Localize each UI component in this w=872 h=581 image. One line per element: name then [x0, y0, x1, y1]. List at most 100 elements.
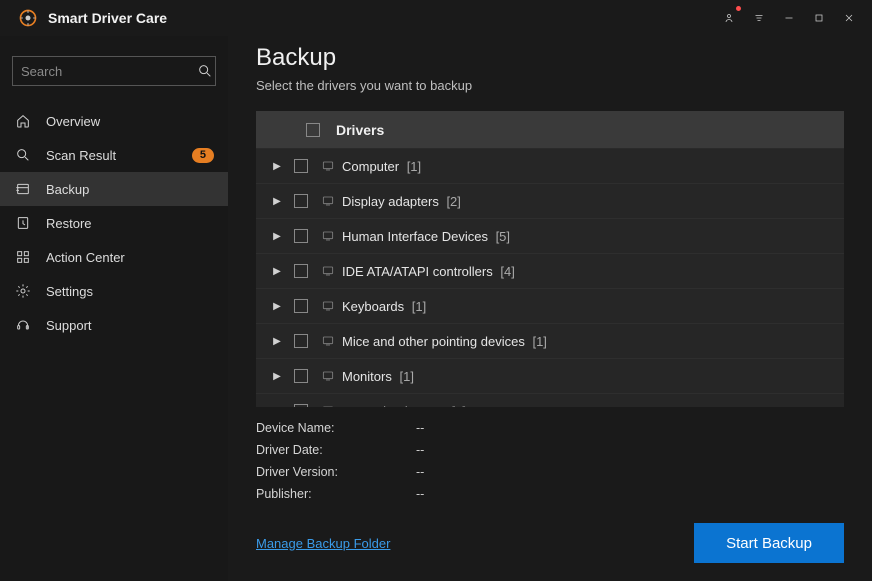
manage-backup-folder-link[interactable]: Manage Backup Folder — [256, 536, 390, 551]
driver-category-name: Display adapters — [342, 194, 439, 209]
driver-checkbox[interactable] — [294, 229, 308, 243]
driver-checkbox[interactable] — [294, 159, 308, 173]
app-window: Smart Driver Care Overview — [0, 0, 872, 581]
detail-label: Device Name: — [256, 417, 416, 439]
driver-category-row[interactable]: ▶ Computer [1] — [256, 149, 844, 184]
detail-value: -- — [416, 439, 424, 461]
driver-checkbox[interactable] — [294, 299, 308, 313]
driver-category-row[interactable]: ▶ Monitors [1] — [256, 359, 844, 394]
expand-icon[interactable]: ▶ — [266, 266, 288, 277]
sidebar-item-support[interactable]: Support — [0, 308, 228, 342]
expand-icon[interactable]: ▶ — [266, 196, 288, 207]
start-backup-button[interactable]: Start Backup — [694, 523, 844, 563]
minimize-button[interactable] — [774, 3, 804, 33]
sidebar-item-scan-result[interactable]: Scan Result 5 — [0, 138, 228, 172]
driver-category-name: Human Interface Devices — [342, 229, 488, 244]
sidebar: Overview Scan Result 5 Backup Restore Ac… — [0, 36, 228, 581]
gear-icon — [14, 282, 32, 300]
driver-category-count: [1] — [403, 159, 421, 174]
detail-value: -- — [416, 417, 424, 439]
device-type-icon — [314, 263, 342, 279]
app-title: Smart Driver Care — [48, 10, 167, 26]
search-box[interactable] — [12, 56, 216, 86]
page-title: Backup — [256, 44, 844, 72]
detail-row: Publisher: -- — [256, 483, 844, 505]
driver-panel: Drivers ▶ Computer [1]▶ Display adapters… — [256, 111, 844, 407]
driver-category-row[interactable]: ▶ Keyboards [1] — [256, 289, 844, 324]
expand-icon[interactable]: ▶ — [266, 301, 288, 312]
detail-value: -- — [416, 461, 424, 483]
expand-icon[interactable]: ▶ — [266, 231, 288, 242]
driver-list-header: Drivers — [256, 111, 844, 149]
expand-icon[interactable]: ▶ — [266, 336, 288, 347]
search-icon — [197, 63, 213, 79]
driver-checkbox[interactable] — [294, 194, 308, 208]
driver-category-name: Mice and other pointing devices — [342, 334, 525, 349]
titlebar: Smart Driver Care — [0, 0, 872, 36]
driver-checkbox[interactable] — [294, 264, 308, 278]
device-type-icon — [314, 298, 342, 314]
restore-icon — [14, 214, 32, 232]
driver-category-count: [5] — [492, 229, 510, 244]
driver-list[interactable]: ▶ Computer [1]▶ Display adapters [2]▶ Hu… — [256, 149, 844, 407]
sidebar-badge: 5 — [192, 148, 214, 163]
expand-icon[interactable]: ▶ — [266, 371, 288, 382]
sidebar-item-restore[interactable]: Restore — [0, 206, 228, 240]
search-icon — [14, 146, 32, 164]
driver-category-count: [1] — [396, 369, 414, 384]
driver-category-name: Computer — [342, 159, 399, 174]
device-type-icon — [314, 368, 342, 384]
detail-row: Driver Date: -- — [256, 439, 844, 461]
sidebar-item-label: Backup — [46, 182, 214, 197]
driver-header-label: Drivers — [336, 122, 384, 138]
device-type-icon — [314, 333, 342, 349]
menu-button[interactable] — [744, 3, 774, 33]
sidebar-item-settings[interactable]: Settings — [0, 274, 228, 308]
device-type-icon — [314, 193, 342, 209]
main-panel: Backup Select the drivers you want to ba… — [228, 36, 872, 581]
grid-icon — [14, 248, 32, 266]
detail-value: -- — [416, 483, 424, 505]
sidebar-item-label: Action Center — [46, 250, 214, 265]
driver-category-row[interactable]: ▶ Mice and other pointing devices [1] — [256, 324, 844, 359]
sidebar-item-backup[interactable]: Backup — [0, 172, 228, 206]
driver-category-count: [1] — [408, 299, 426, 314]
home-icon — [14, 112, 32, 130]
driver-category-name: IDE ATA/ATAPI controllers — [342, 264, 493, 279]
nav-list: Overview Scan Result 5 Backup Restore Ac… — [0, 104, 228, 342]
driver-checkbox[interactable] — [294, 334, 308, 348]
details-panel: Device Name: --Driver Date: --Driver Ver… — [256, 407, 844, 511]
page-subtitle: Select the drivers you want to backup — [256, 78, 844, 93]
device-type-icon — [314, 228, 342, 244]
sidebar-item-label: Restore — [46, 216, 214, 231]
driver-category-count: [4] — [497, 264, 515, 279]
driver-category-name: Monitors — [342, 369, 392, 384]
sidebar-item-action-center[interactable]: Action Center — [0, 240, 228, 274]
driver-category-row[interactable]: ▶ Network adapters [3] — [256, 394, 844, 407]
sidebar-item-label: Scan Result — [46, 148, 192, 163]
app-logo-icon — [18, 8, 38, 28]
driver-checkbox[interactable] — [294, 369, 308, 383]
sidebar-item-label: Overview — [46, 114, 214, 129]
account-button[interactable] — [714, 3, 744, 33]
sidebar-item-label: Support — [46, 318, 214, 333]
driver-category-count: [2] — [443, 194, 461, 209]
driver-category-row[interactable]: ▶ IDE ATA/ATAPI controllers [4] — [256, 254, 844, 289]
select-all-checkbox[interactable] — [306, 123, 320, 137]
close-button[interactable] — [834, 3, 864, 33]
backup-icon — [14, 180, 32, 198]
driver-category-name: Keyboards — [342, 299, 404, 314]
expand-icon[interactable]: ▶ — [266, 161, 288, 172]
sidebar-item-overview[interactable]: Overview — [0, 104, 228, 138]
driver-category-row[interactable]: ▶ Display adapters [2] — [256, 184, 844, 219]
detail-label: Driver Version: — [256, 461, 416, 483]
sidebar-item-label: Settings — [46, 284, 214, 299]
search-input[interactable] — [21, 64, 197, 79]
detail-label: Publisher: — [256, 483, 416, 505]
driver-category-count: [1] — [529, 334, 547, 349]
driver-category-row[interactable]: ▶ Human Interface Devices [5] — [256, 219, 844, 254]
headset-icon — [14, 316, 32, 334]
detail-row: Driver Version: -- — [256, 461, 844, 483]
maximize-button[interactable] — [804, 3, 834, 33]
device-type-icon — [314, 158, 342, 174]
